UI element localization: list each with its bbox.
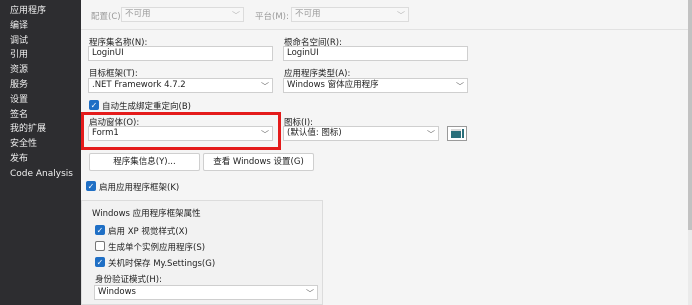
sidebar-item-application[interactable]: 应用程序	[0, 4, 81, 19]
save-settings-label: 关机时保存 My.Settings(G)	[108, 259, 216, 269]
xp-styles-label: 启用 XP 视觉样式(X)	[108, 227, 188, 237]
auto-binding-checkbox[interactable]: ✓	[89, 100, 99, 110]
chevron-down-icon: ﹀	[232, 11, 240, 20]
application-page: 配置(C): 不可用 ﹀ 平台(M): 不可用 ﹀ 程序集名称(N): Logi…	[81, 0, 692, 305]
enable-framework-checkbox[interactable]: ✓	[86, 181, 96, 191]
single-instance-checkbox[interactable]	[95, 241, 105, 251]
project-properties-sidebar: 应用程序 编译 调试 引用 资源 服务 设置 签名 我的扩展 安全性 发布 Co…	[0, 0, 81, 305]
chevron-down-icon: ﹀	[456, 82, 464, 91]
sidebar-item-references[interactable]: 引用	[0, 48, 81, 63]
sidebar-item-compile[interactable]: 编译	[0, 19, 81, 34]
startup-form-value: Form1	[92, 128, 119, 138]
view-windows-settings-button[interactable]: 查看 Windows 设置(G)	[203, 153, 314, 171]
auth-mode-value: Windows	[98, 287, 136, 297]
sidebar-item-debug[interactable]: 调试	[0, 34, 81, 49]
sidebar-item-signing[interactable]: 签名	[0, 108, 81, 123]
icon-preview	[447, 126, 467, 141]
assembly-name-input[interactable]: LoginUI	[88, 46, 273, 61]
target-framework-value: .NET Framework 4.7.2	[92, 80, 186, 90]
chevron-down-icon: ﹀	[261, 130, 269, 139]
icon-select[interactable]: (默认值: 图标) ﹀	[283, 126, 439, 141]
startup-form-select[interactable]: Form1 ﹀	[88, 126, 273, 141]
single-instance-label: 生成单个实例应用程序(S)	[108, 243, 206, 253]
scrollbar-thumb[interactable]	[688, 0, 692, 230]
save-settings-checkbox[interactable]: ✓	[95, 257, 105, 267]
sidebar-item-services[interactable]: 服务	[0, 78, 81, 93]
target-framework-select[interactable]: .NET Framework 4.7.2 ﹀	[88, 78, 273, 93]
sidebar-item-publish[interactable]: 发布	[0, 152, 81, 167]
window-icon	[451, 129, 461, 138]
platform-value: 不可用	[295, 9, 321, 19]
chevron-down-icon: ﹀	[306, 289, 314, 298]
config-select[interactable]: 不可用 ﹀	[121, 7, 244, 22]
platform-select[interactable]: 不可用 ﹀	[291, 7, 409, 22]
platform-label: 平台(M):	[255, 12, 289, 22]
root-namespace-input[interactable]: LoginUI	[283, 46, 468, 61]
app-type-value: Windows 窗体应用程序	[287, 80, 379, 90]
sidebar-item-code-analysis[interactable]: Code Analysis	[0, 167, 81, 182]
auto-binding-label: 自动生成绑定重定向(B)	[102, 102, 191, 112]
assembly-info-button[interactable]: 程序集信息(Y)...	[89, 153, 200, 171]
sidebar-item-settings[interactable]: 设置	[0, 93, 81, 108]
sidebar-item-my-extensions[interactable]: 我的扩展	[0, 122, 81, 137]
config-label: 配置(C):	[91, 12, 124, 22]
config-value: 不可用	[125, 9, 151, 19]
app-type-select[interactable]: Windows 窗体应用程序 ﹀	[283, 78, 468, 93]
chevron-down-icon: ﹀	[261, 82, 269, 91]
chevron-down-icon: ﹀	[427, 130, 435, 139]
sidebar-item-security[interactable]: 安全性	[0, 137, 81, 152]
icon-value: (默认值: 图标)	[287, 128, 342, 138]
xp-styles-checkbox[interactable]: ✓	[95, 225, 105, 235]
framework-properties-group: Windows 应用程序框架属性 ✓ 启用 XP 视觉样式(X) 生成单个实例应…	[81, 200, 323, 305]
config-bar: 配置(C): 不可用 ﹀ 平台(M): 不可用 ﹀	[81, 0, 692, 30]
chevron-down-icon: ﹀	[397, 11, 405, 20]
auth-mode-label: 身份验证模式(H):	[95, 275, 162, 285]
vertical-scrollbar[interactable]	[688, 0, 692, 305]
enable-framework-label: 启用应用程序框架(K)	[99, 183, 180, 193]
framework-properties-title: Windows 应用程序框架属性	[92, 209, 201, 219]
sidebar-item-resources[interactable]: 资源	[0, 63, 81, 78]
auth-mode-select[interactable]: Windows ﹀	[94, 285, 318, 300]
